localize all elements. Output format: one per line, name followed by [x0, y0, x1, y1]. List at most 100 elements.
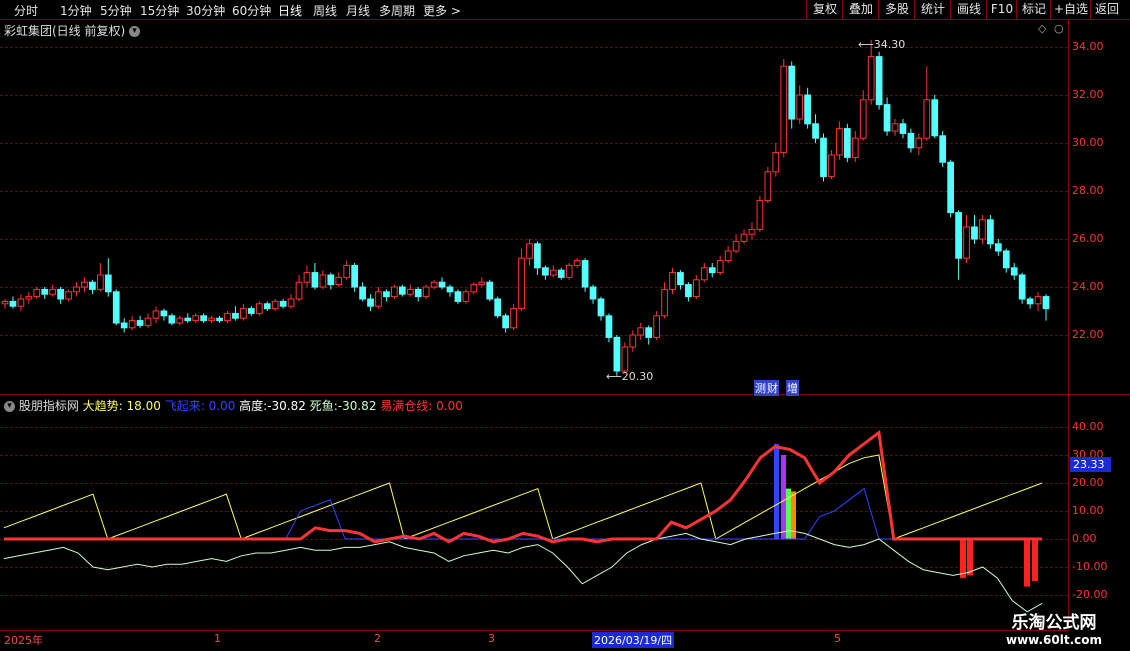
draw-line-button[interactable]: 画线: [950, 0, 987, 19]
overlay-button[interactable]: 叠加: [842, 0, 879, 19]
candle-body: [383, 291, 390, 298]
candle-body: [732, 240, 740, 252]
candle-body: [772, 152, 780, 173]
f10-button[interactable]: F10: [986, 0, 1017, 19]
multi-stock-button[interactable]: 多股: [878, 0, 915, 19]
candle-body: [526, 243, 533, 259]
candle-body: [1042, 296, 1050, 310]
candle-body: [144, 317, 152, 326]
date-label: 1: [214, 632, 221, 645]
fuquan-button[interactable]: 复权: [806, 0, 843, 19]
event-marker-cai[interactable]: 财: [766, 380, 779, 396]
candle-body: [994, 243, 1002, 252]
candle-body: [343, 264, 351, 278]
stats-button[interactable]: 统计: [914, 0, 951, 19]
candle-body: [41, 288, 49, 295]
candle-body: [883, 104, 891, 132]
tab-weekly[interactable]: 周线: [313, 2, 337, 19]
candle-body: [192, 315, 200, 322]
sell-bar: [1032, 539, 1038, 581]
candle-body: [502, 315, 509, 329]
date-axis: [0, 630, 1068, 651]
price-tick: 34.00: [1072, 40, 1104, 53]
candle-body: [224, 312, 231, 322]
add-watchlist-button[interactable]: +自选: [1050, 0, 1091, 19]
candle-body: [820, 137, 827, 178]
high-price-value: 34.30: [873, 38, 906, 51]
candle-body: [1018, 274, 1026, 300]
candlestick-chart[interactable]: [0, 20, 1068, 394]
signal-bar: [781, 455, 786, 539]
signal-bar: [774, 443, 779, 539]
candle-body: [208, 317, 215, 322]
candle-body: [398, 286, 406, 295]
candle-body: [120, 322, 128, 329]
candle-body: [581, 260, 589, 288]
candle-body: [232, 312, 239, 319]
candle-body: [1, 300, 9, 305]
candle-body: [653, 315, 660, 338]
tab-fenshi[interactable]: 分时: [14, 2, 38, 19]
candle-body: [96, 274, 104, 290]
tab-multi-period[interactable]: 多周期: [379, 2, 415, 19]
indicator-tick: -20.00: [1072, 588, 1108, 601]
candle-body: [867, 56, 875, 101]
candle-body: [963, 226, 970, 259]
date-cursor-label: 2026/03/19/四: [592, 632, 675, 648]
candle-body: [804, 94, 811, 125]
tab-monthly[interactable]: 月线: [346, 2, 370, 19]
tab-15min[interactable]: 15分钟: [140, 2, 179, 19]
candle-body: [9, 300, 17, 307]
candle-body: [756, 200, 764, 230]
candle-body: [1010, 267, 1018, 276]
candle-body: [494, 298, 502, 317]
candle-body: [669, 272, 676, 290]
price-tick: 24.00: [1072, 280, 1104, 293]
candle-body: [240, 308, 247, 319]
candle-body: [247, 308, 255, 314]
candle-body: [764, 171, 772, 202]
tab-more[interactable]: 更多 >: [423, 2, 461, 19]
date-label: 3: [488, 632, 495, 645]
candle-body: [446, 286, 454, 293]
candle-body: [33, 288, 41, 298]
candle-body: [724, 250, 732, 262]
tab-30min[interactable]: 30分钟: [186, 2, 225, 19]
candle-body: [1026, 298, 1034, 305]
tab-daily[interactable]: 日线: [278, 2, 302, 19]
candle-body: [200, 315, 208, 322]
back-button[interactable]: 返回: [1090, 0, 1123, 19]
candle-body: [128, 320, 136, 329]
candle-body: [65, 291, 72, 300]
candle-body: [812, 123, 819, 139]
candle-body: [915, 137, 923, 149]
tab-5min[interactable]: 5分钟: [100, 2, 132, 19]
candle-body: [160, 310, 168, 317]
candle-body: [89, 281, 96, 290]
candle-body: [486, 281, 494, 300]
candle-body: [414, 288, 422, 298]
event-marker-zeng[interactable]: 增: [786, 380, 799, 396]
tab-1min[interactable]: 1分钟: [60, 2, 92, 19]
tab-60min[interactable]: 60分钟: [232, 2, 271, 19]
indicator-tick: 40.00: [1072, 420, 1104, 433]
candle-body: [351, 264, 359, 288]
candle-body: [685, 284, 692, 298]
candle-body: [279, 300, 287, 307]
indicator-chart[interactable]: [0, 395, 1068, 630]
candle-body: [295, 281, 303, 300]
candle-body: [836, 128, 843, 156]
low-price-value: 20.30: [621, 370, 654, 383]
candle-body: [510, 308, 517, 329]
candle-body: [613, 336, 621, 372]
date-label: 2: [374, 632, 381, 645]
candle-body: [462, 291, 470, 302]
candle-body: [454, 291, 462, 302]
candle-body: [677, 272, 684, 286]
candle-body: [136, 320, 144, 326]
candle-body: [828, 154, 835, 178]
candle-body: [391, 286, 398, 298]
candle-body: [25, 296, 33, 300]
mark-button[interactable]: 标记: [1016, 0, 1051, 19]
candle-body: [359, 286, 366, 300]
